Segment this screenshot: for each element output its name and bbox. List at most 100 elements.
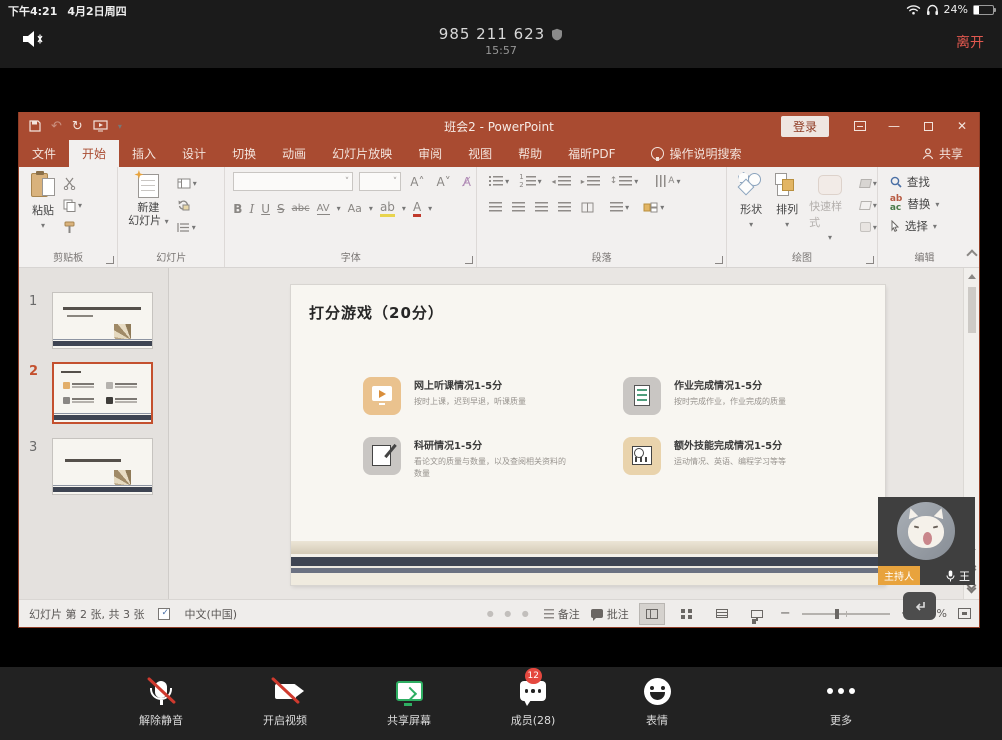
- maximize-button[interactable]: [911, 112, 945, 140]
- minimize-button[interactable]: —: [877, 112, 911, 140]
- scrollbar-thumb[interactable]: [968, 287, 976, 333]
- columns-button[interactable]: [581, 198, 594, 216]
- decrease-indent-button[interactable]: ◂: [552, 172, 571, 190]
- leave-button[interactable]: 离开: [956, 32, 984, 52]
- font-dialog-launcher[interactable]: [465, 256, 473, 264]
- signin-button[interactable]: 登录: [781, 116, 829, 137]
- text-shadow-button[interactable]: abc: [292, 203, 310, 214]
- members-button[interactable]: 12 成员(28): [497, 676, 569, 728]
- tab-view[interactable]: 视图: [455, 140, 505, 167]
- scroll-up-icon[interactable]: [968, 274, 976, 279]
- drawing-dialog-launcher[interactable]: [866, 256, 874, 264]
- close-button[interactable]: ✕: [945, 112, 979, 140]
- more-button[interactable]: 更多: [805, 676, 877, 728]
- tab-insert[interactable]: 插入: [119, 140, 169, 167]
- slide-thumbnail-panel[interactable]: 1 2 3: [19, 268, 169, 600]
- strikethrough-button[interactable]: S: [277, 202, 285, 216]
- font-name-combobox[interactable]: ˅: [233, 172, 353, 191]
- section-button[interactable]: ▾: [177, 218, 197, 236]
- text-direction-button[interactable]: A▾: [656, 172, 680, 190]
- paste-button[interactable]: 粘贴▾: [31, 172, 55, 236]
- slide-editing-area[interactable]: 打分游戏（20分） 网上听课情况1-5分 按时上课，迟到早退，听课质量 作业完成…: [169, 268, 965, 600]
- spellcheck-icon[interactable]: [158, 608, 170, 620]
- unmute-button[interactable]: 解除静音: [125, 676, 197, 728]
- current-slide[interactable]: 打分游戏（20分） 网上听课情况1-5分 按时上课，迟到早退，听课质量 作业完成…: [291, 285, 885, 585]
- shrink-font-button[interactable]: A˅: [434, 175, 454, 189]
- tab-foxit-pdf[interactable]: 福昕PDF: [555, 140, 628, 167]
- highlight-button[interactable]: ab: [380, 200, 395, 217]
- tab-help[interactable]: 帮助: [505, 140, 555, 167]
- zoom-out-button[interactable]: −: [780, 606, 791, 621]
- slideshow-view-button[interactable]: [745, 604, 769, 624]
- normal-view-button[interactable]: [640, 604, 664, 624]
- share-button[interactable]: 共享: [906, 140, 979, 167]
- layout-button[interactable]: ▾: [177, 174, 197, 192]
- numbering-button[interactable]: 12▾: [519, 172, 541, 190]
- slide-thumbnail-1[interactable]: [52, 292, 153, 349]
- underline-button[interactable]: U: [261, 202, 270, 216]
- emoji-button[interactable]: 表情: [621, 676, 693, 728]
- undo-icon[interactable]: ↶: [51, 119, 62, 134]
- qat-dropdown-icon[interactable]: ▾: [118, 122, 122, 131]
- hide-video-tile-button[interactable]: [903, 592, 936, 620]
- slide-thumbnail-3[interactable]: [52, 438, 153, 495]
- arrange-button[interactable]: 排列▾: [774, 172, 800, 242]
- clipboard-dialog-launcher[interactable]: [106, 256, 114, 264]
- slide-item-3[interactable]: 科研情况1-5分 看论文的质量与数量，以及查阅相关资料的数量: [363, 437, 613, 480]
- justify-button[interactable]: [558, 198, 571, 216]
- shape-outline-button[interactable]: ▾: [860, 196, 877, 214]
- tab-home[interactable]: 开始: [69, 140, 119, 167]
- quick-styles-button[interactable]: 快速样式▾: [809, 172, 851, 242]
- increase-indent-button[interactable]: ▸: [581, 172, 600, 190]
- start-video-button[interactable]: 开启视频: [249, 676, 321, 728]
- shape-effects-button[interactable]: ▾: [860, 218, 877, 236]
- slide-title[interactable]: 打分游戏（20分）: [309, 302, 444, 323]
- ribbon-display-options-button[interactable]: [843, 112, 877, 140]
- cut-button[interactable]: [63, 174, 82, 192]
- share-screen-button[interactable]: 共享屏幕: [373, 676, 445, 728]
- zoom-slider[interactable]: [802, 613, 890, 615]
- shapes-button[interactable]: 形状▾: [737, 172, 765, 242]
- align-left-button[interactable]: [489, 198, 502, 216]
- slide-item-4[interactable]: 额外技能完成情况1-5分 运动情况、英语、编程学习等等: [623, 437, 873, 475]
- zoom-slider-thumb[interactable]: [835, 609, 839, 619]
- paragraph-dialog-launcher[interactable]: [715, 256, 723, 264]
- font-size-combobox[interactable]: ˅: [359, 172, 401, 191]
- align-center-button[interactable]: [512, 198, 525, 216]
- format-painter-button[interactable]: [63, 218, 82, 236]
- change-case-button[interactable]: Aa: [348, 202, 362, 215]
- slide-item-1[interactable]: 网上听课情况1-5分 按时上课，迟到早退，听课质量: [363, 377, 613, 415]
- language-label[interactable]: 中文(中国): [184, 606, 237, 622]
- slide-item-2[interactable]: 作业完成情况1-5分 按时完成作业，作业完成的质量: [623, 377, 873, 415]
- save-icon[interactable]: [29, 120, 41, 132]
- reset-button[interactable]: [177, 196, 197, 214]
- redo-icon[interactable]: ↻: [72, 119, 83, 134]
- notes-button[interactable]: 备注: [544, 606, 580, 622]
- align-text-button[interactable]: ▾: [610, 198, 629, 216]
- slide-thumbnail-2[interactable]: [52, 362, 153, 424]
- bullets-button[interactable]: ▾: [489, 172, 509, 190]
- smartart-button[interactable]: ▾: [643, 198, 664, 216]
- tab-slideshow[interactable]: 幻灯片放映: [319, 140, 405, 167]
- ppt-titlebar[interactable]: ↶ ↻ ▾ 班会2 - PowerPoint 登录 — ✕: [19, 112, 979, 140]
- slide-sorter-view-button[interactable]: [675, 604, 699, 624]
- start-slideshow-icon[interactable]: [93, 120, 108, 132]
- tab-design[interactable]: 设计: [169, 140, 219, 167]
- comments-button[interactable]: 批注: [591, 606, 629, 622]
- tab-file[interactable]: 文件: [19, 140, 69, 167]
- tab-animations[interactable]: 动画: [269, 140, 319, 167]
- select-button[interactable]: 选择▾: [890, 216, 971, 236]
- participant-video-tile[interactable]: 主持人 王: [878, 497, 975, 585]
- grow-font-button[interactable]: A˄: [407, 175, 427, 189]
- copy-button[interactable]: ▾: [63, 196, 82, 214]
- replace-button[interactable]: abac 替换▾: [890, 194, 971, 214]
- character-spacing-button[interactable]: AV: [317, 203, 330, 215]
- reading-view-button[interactable]: [710, 604, 734, 624]
- tell-me-search[interactable]: 操作说明搜索: [637, 140, 756, 167]
- font-color-button[interactable]: A: [413, 200, 421, 217]
- tab-transitions[interactable]: 切换: [219, 140, 269, 167]
- align-right-button[interactable]: [535, 198, 548, 216]
- find-button[interactable]: 查找: [890, 172, 971, 192]
- shape-fill-button[interactable]: ▾: [860, 174, 877, 192]
- line-spacing-button[interactable]: ↕▾: [610, 172, 639, 190]
